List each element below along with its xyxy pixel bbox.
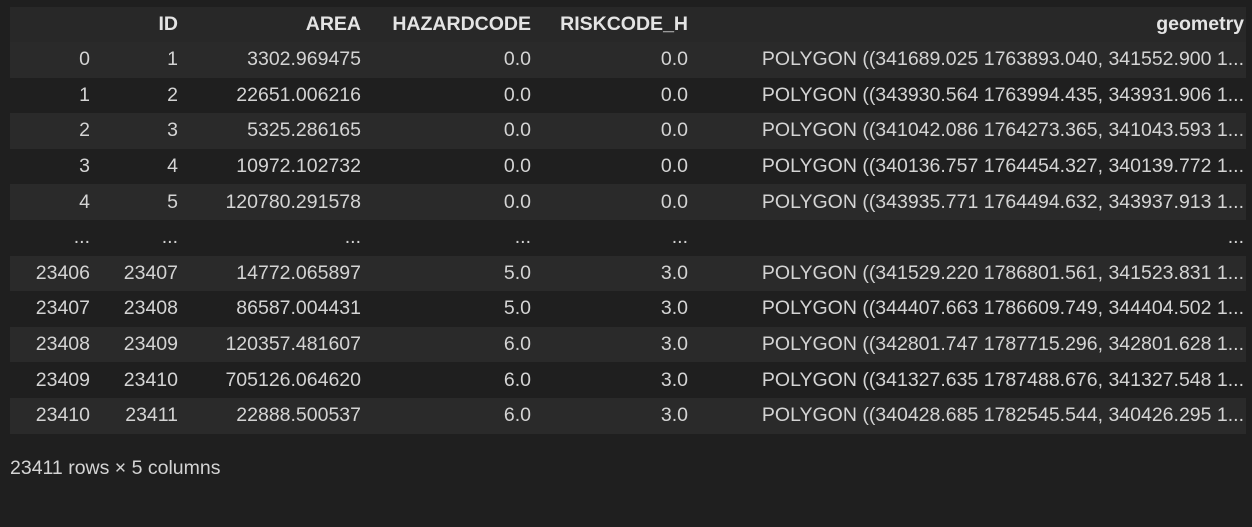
cell-hazardcode: 6.0 (367, 362, 537, 398)
table-row: 23409 23410 705126.064620 6.0 3.0 POLYGO… (10, 362, 1246, 398)
table-row: 23410 23411 22888.500537 6.0 3.0 POLYGON… (10, 397, 1246, 434)
cell-hazardcode: 5.0 (367, 255, 537, 292)
row-index: 23406 (10, 255, 96, 292)
table-row: 2 3 5325.286165 0.0 0.0 POLYGON ((341042… (10, 113, 1246, 149)
cell-id: 23411 (96, 397, 184, 434)
row-index: 23409 (10, 362, 96, 398)
cell-id: 1 (96, 42, 184, 78)
row-index: 23408 (10, 326, 96, 363)
table-row: 23408 23409 120357.481607 6.0 3.0 POLYGO… (10, 326, 1246, 363)
cell-geometry: POLYGON ((344407.663 1786609.749, 344404… (694, 291, 1246, 327)
column-header-riskcode: RISKCODE_H (537, 7, 694, 42)
cell-riskcode: 0.0 (537, 42, 694, 78)
cell-id: ... (96, 219, 184, 256)
row-index: 3 (10, 148, 96, 185)
cell-geometry: POLYGON ((343935.771 1764494.632, 343937… (694, 184, 1246, 220)
cell-geometry: POLYGON ((340428.685 1782545.544, 340426… (694, 397, 1246, 434)
cell-area: 14772.065897 (184, 255, 367, 292)
cell-riskcode: 0.0 (537, 113, 694, 149)
row-index: 0 (10, 42, 96, 78)
table-header-row: ID AREA HAZARDCODE RISKCODE_H geometry (10, 7, 1246, 42)
cell-hazardcode: 0.0 (367, 42, 537, 78)
cell-geometry: POLYGON ((342801.747 1787715.296, 342801… (694, 326, 1246, 363)
cell-riskcode: 3.0 (537, 362, 694, 398)
cell-area: 22651.006216 (184, 77, 367, 114)
cell-riskcode: 0.0 (537, 77, 694, 114)
cell-hazardcode: 6.0 (367, 326, 537, 363)
cell-id: 23407 (96, 255, 184, 292)
cell-geometry: POLYGON ((341689.025 1763893.040, 341552… (694, 42, 1246, 78)
cell-area: 705126.064620 (184, 362, 367, 398)
row-index: 23407 (10, 291, 96, 327)
cell-area: ... (184, 219, 367, 256)
cell-area: 3302.969475 (184, 42, 367, 78)
table-body: 0 1 3302.969475 0.0 0.0 POLYGON ((341689… (10, 42, 1246, 434)
column-header-area: AREA (184, 7, 367, 42)
cell-id: 5 (96, 184, 184, 220)
row-index: 23410 (10, 397, 96, 434)
cell-riskcode: ... (537, 219, 694, 256)
cell-riskcode: 3.0 (537, 326, 694, 363)
column-header-geometry: geometry (694, 7, 1246, 42)
row-index: ... (10, 219, 96, 256)
cell-area: 120780.291578 (184, 184, 367, 220)
cell-area: 10972.102732 (184, 148, 367, 185)
cell-area: 22888.500537 (184, 397, 367, 434)
cell-hazardcode: 0.0 (367, 148, 537, 185)
row-index: 2 (10, 113, 96, 149)
cell-geometry: POLYGON ((341327.635 1787488.676, 341327… (694, 362, 1246, 398)
table-row: 1 2 22651.006216 0.0 0.0 POLYGON ((34393… (10, 77, 1246, 114)
cell-id: 2 (96, 77, 184, 114)
table-row: 3 4 10972.102732 0.0 0.0 POLYGON ((34013… (10, 148, 1246, 185)
cell-id: 23410 (96, 362, 184, 398)
cell-riskcode: 3.0 (537, 397, 694, 434)
column-header-index (10, 7, 96, 42)
cell-geometry: POLYGON ((341042.086 1764273.365, 341043… (694, 113, 1246, 149)
cell-hazardcode: 0.0 (367, 184, 537, 220)
cell-hazardcode: 5.0 (367, 291, 537, 327)
cell-hazardcode: 0.0 (367, 77, 537, 114)
column-header-id: ID (96, 7, 184, 42)
cell-hazardcode: 6.0 (367, 397, 537, 434)
cell-riskcode: 3.0 (537, 255, 694, 292)
cell-id: 3 (96, 113, 184, 149)
table-row: 23406 23407 14772.065897 5.0 3.0 POLYGON… (10, 255, 1246, 292)
cell-riskcode: 0.0 (537, 184, 694, 220)
table-row: 23407 23408 86587.004431 5.0 3.0 POLYGON… (10, 291, 1246, 327)
cell-area: 120357.481607 (184, 326, 367, 363)
dataframe-shape-summary: 23411 rows × 5 columns (10, 457, 221, 479)
dataframe-output: ID AREA HAZARDCODE RISKCODE_H geometry 0… (10, 7, 1246, 434)
cell-riskcode: 3.0 (537, 291, 694, 327)
row-index: 4 (10, 184, 96, 220)
column-header-hazardcode: HAZARDCODE (367, 7, 537, 42)
cell-geometry: ... (694, 219, 1246, 256)
cell-id: 4 (96, 148, 184, 185)
table-row: 0 1 3302.969475 0.0 0.0 POLYGON ((341689… (10, 42, 1246, 78)
cell-hazardcode: ... (367, 219, 537, 256)
cell-geometry: POLYGON ((340136.757 1764454.327, 340139… (694, 148, 1246, 185)
cell-id: 23409 (96, 326, 184, 363)
cell-area: 86587.004431 (184, 291, 367, 327)
dataframe-table: ID AREA HAZARDCODE RISKCODE_H geometry 0… (10, 7, 1246, 434)
cell-area: 5325.286165 (184, 113, 367, 149)
cell-id: 23408 (96, 291, 184, 327)
cell-hazardcode: 0.0 (367, 113, 537, 149)
cell-geometry: POLYGON ((341529.220 1786801.561, 341523… (694, 255, 1246, 292)
table-row-ellipsis: ... ... ... ... ... ... (10, 219, 1246, 256)
cell-riskcode: 0.0 (537, 148, 694, 185)
row-index: 1 (10, 77, 96, 114)
table-row: 4 5 120780.291578 0.0 0.0 POLYGON ((3439… (10, 184, 1246, 220)
cell-geometry: POLYGON ((343930.564 1763994.435, 343931… (694, 77, 1246, 114)
